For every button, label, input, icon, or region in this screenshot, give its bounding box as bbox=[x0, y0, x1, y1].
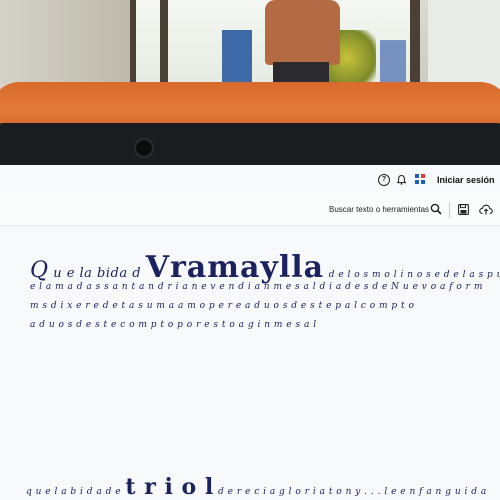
manuscript-title-word: t r i o l bbox=[125, 474, 214, 500]
manuscript-line-5: q u e l a b i d a d e t r i o l d e r e … bbox=[26, 474, 487, 500]
save-icon[interactable] bbox=[458, 204, 469, 215]
help-icon[interactable]: ? bbox=[378, 174, 390, 186]
manuscript-text: q u e l a b i d a d e bbox=[26, 487, 122, 497]
manuscript-text: u e la bida d bbox=[53, 266, 142, 281]
manuscript-text: d e r e c i a g l o r i a t o n y . . . … bbox=[218, 487, 487, 497]
top-bar: ? Iniciar sesión bbox=[0, 165, 500, 196]
search-icon[interactable] bbox=[430, 203, 442, 215]
manuscript-line-3: m s d i x e r e d e t a s u m a a m o p … bbox=[30, 301, 415, 311]
bell-icon[interactable] bbox=[396, 174, 407, 185]
person-torso bbox=[265, 0, 340, 65]
search-tools-input[interactable]: Buscar texto o herramientas bbox=[329, 205, 429, 214]
apps-icon[interactable] bbox=[415, 174, 425, 184]
webcam bbox=[134, 138, 154, 158]
toolbar-divider bbox=[449, 202, 450, 218]
signin-link[interactable]: Iniciar sesión bbox=[437, 175, 495, 185]
manuscript-text: d e l o s m o l i n o s e d e l a s p u … bbox=[328, 270, 500, 280]
laptop-screen: ? Iniciar sesión Buscar texto o herramie… bbox=[0, 165, 500, 500]
manuscript-line-1: Q u e la bida d Vramaylla d e l o s m o … bbox=[30, 250, 500, 285]
manuscript-line-4: a d u o s d e s t e c o m p t o p o r e … bbox=[30, 320, 317, 330]
manuscript-initial: Q bbox=[30, 258, 49, 283]
manuscript-line-2: e l a m a d a s s a n t a n d r i a n e … bbox=[30, 282, 483, 292]
toolbar: Buscar texto o herramientas bbox=[0, 195, 500, 226]
cloud-upload-icon[interactable] bbox=[479, 204, 493, 215]
manuscript-title-word: Vramaylla bbox=[145, 250, 325, 285]
